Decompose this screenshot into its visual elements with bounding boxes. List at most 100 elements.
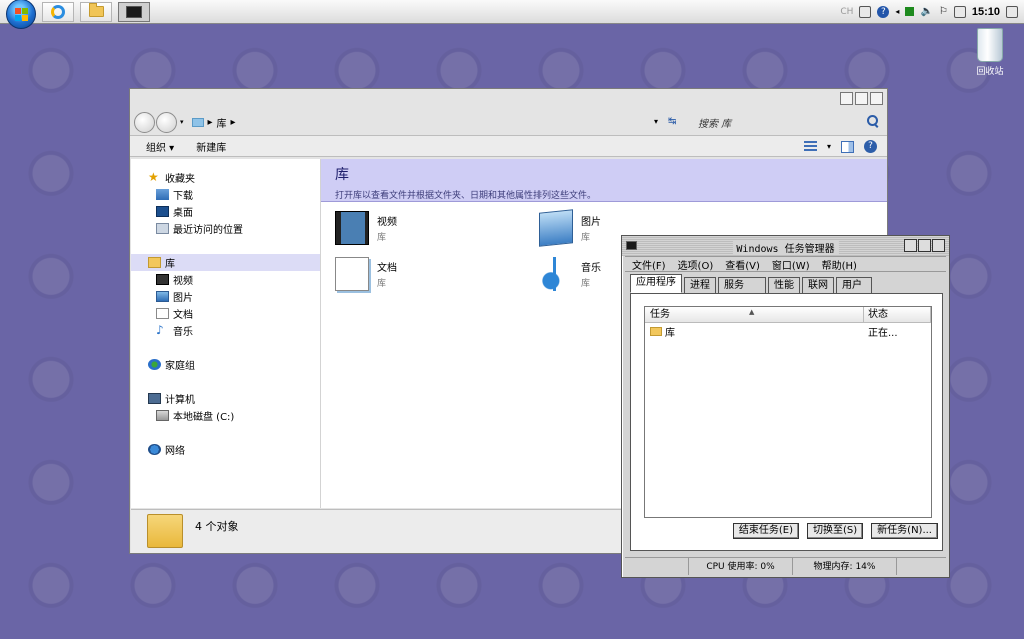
menu-view[interactable]: 查看(V) bbox=[725, 257, 760, 272]
column-task[interactable]: ▲ 任务 bbox=[645, 307, 864, 322]
navigation-pane: ★ 收藏夹 下载 桌面 最近访问的位置 库 视频 图片 文档 ♪ 音乐 家庭组 计算… bbox=[131, 159, 321, 508]
tab-services[interactable]: 服务 bbox=[718, 277, 766, 293]
view-dropdown-icon[interactable]: ▾ bbox=[827, 142, 831, 151]
taskbar-explorer-button[interactable] bbox=[80, 1, 112, 22]
task-manager-window: Windows 任务管理器 文件(F) 选项(O) 查看(V) 窗口(W) 帮助… bbox=[621, 235, 950, 578]
new-task-button[interactable]: 新任务(N)... bbox=[871, 523, 938, 539]
close-button[interactable] bbox=[932, 239, 945, 252]
status-cpu: CPU 使用率: 0% bbox=[689, 558, 793, 575]
nav-downloads[interactable]: 下载 bbox=[131, 186, 320, 203]
nav-desktop[interactable]: 桌面 bbox=[131, 203, 320, 220]
help-icon[interactable]: ? bbox=[877, 5, 890, 18]
menu-options[interactable]: 选项(O) bbox=[678, 257, 714, 272]
nav-favorites[interactable]: ★ 收藏夹 bbox=[131, 169, 320, 186]
close-button[interactable] bbox=[870, 92, 883, 105]
forward-button[interactable] bbox=[156, 111, 177, 133]
desktop-icon bbox=[156, 206, 169, 217]
star-icon: ★ bbox=[148, 170, 159, 184]
breadcrumb-sep-icon[interactable]: ▸ bbox=[231, 117, 236, 128]
search-input[interactable]: 搜索 库 bbox=[698, 115, 731, 130]
refresh-icon[interactable]: ↹ bbox=[668, 116, 676, 127]
clock[interactable]: 15:10 bbox=[972, 6, 1000, 18]
recycle-bin[interactable]: 回收站 bbox=[968, 28, 1012, 77]
table-row[interactable]: 库 正在... bbox=[645, 323, 931, 339]
minimize-button[interactable] bbox=[904, 239, 917, 252]
nav-computer[interactable]: 计算机 bbox=[131, 390, 320, 407]
library-item-pictures[interactable]: 图片库 bbox=[539, 209, 601, 247]
task-manager-titlebar[interactable]: Windows 任务管理器 bbox=[622, 236, 949, 256]
taskbar: CH ? ◂ 🔈 ⚐ 15:10 bbox=[0, 0, 1024, 29]
library-header: 库 打开库以查看文件并根据文件夹、日期和其他属性排列这些文件。 bbox=[321, 159, 887, 202]
switch-to-button[interactable]: 切换至(S) bbox=[807, 523, 864, 539]
library-title: 库 bbox=[335, 167, 349, 183]
item-name: 音乐 bbox=[581, 263, 601, 274]
ie-icon bbox=[51, 4, 65, 19]
tab-applications[interactable]: 应用程序 bbox=[630, 274, 682, 293]
library-item-videos[interactable]: 视频库 bbox=[335, 211, 397, 245]
task-status: 正在... bbox=[868, 327, 898, 339]
network-icon bbox=[148, 444, 161, 455]
library-item-music[interactable]: 音乐库 bbox=[539, 257, 601, 291]
breadcrumb[interactable]: ▸ 库 ▸ bbox=[191, 115, 236, 130]
help-icon[interactable]: ? bbox=[864, 140, 877, 153]
nav-recent[interactable]: 最近访问的位置 bbox=[131, 220, 320, 237]
nav-network[interactable]: 网络 bbox=[131, 441, 320, 458]
maximize-button[interactable] bbox=[855, 92, 868, 105]
view-options-icon[interactable] bbox=[803, 140, 817, 153]
tab-users[interactable]: 用户 bbox=[836, 277, 872, 293]
recent-pages-dropdown[interactable]: ▾ bbox=[180, 118, 184, 126]
start-button[interactable] bbox=[6, 0, 36, 29]
taskbar-ie-button[interactable] bbox=[42, 1, 74, 22]
keyboard-icon[interactable] bbox=[859, 5, 872, 18]
organize-button[interactable]: 组织 ▾ bbox=[146, 139, 174, 154]
tab-performance[interactable]: 性能 bbox=[768, 277, 800, 293]
tab-networking[interactable]: 联网 bbox=[802, 277, 834, 293]
preview-pane-icon[interactable] bbox=[841, 140, 854, 153]
status-icon[interactable] bbox=[905, 7, 915, 16]
menu-file[interactable]: 文件(F) bbox=[632, 257, 666, 272]
object-count: 4 个对象 bbox=[195, 520, 239, 533]
tab-processes[interactable]: 进程 bbox=[684, 277, 716, 293]
nav-label: 网络 bbox=[165, 446, 185, 457]
volume-icon[interactable]: 🔈 bbox=[920, 6, 932, 17]
network-tray-icon[interactable] bbox=[953, 5, 966, 18]
nav-documents[interactable]: 文档 bbox=[131, 305, 320, 322]
end-task-button[interactable]: 结束任务(E) bbox=[732, 523, 800, 539]
document-library-icon bbox=[335, 257, 369, 291]
back-button[interactable] bbox=[134, 111, 155, 133]
video-library-icon bbox=[335, 211, 369, 245]
nav-label: 本地磁盘 (C:) bbox=[173, 412, 235, 423]
menu-window[interactable]: 窗口(W) bbox=[772, 257, 810, 272]
taskbar-taskmgr-button[interactable] bbox=[118, 1, 150, 22]
minimize-button[interactable] bbox=[840, 92, 853, 105]
menu-help[interactable]: 帮助(H) bbox=[822, 257, 857, 272]
breadcrumb-libraries[interactable]: 库 bbox=[217, 115, 227, 130]
nav-label: 家庭组 bbox=[165, 361, 195, 372]
maximize-button[interactable] bbox=[918, 239, 931, 252]
new-library-button[interactable]: 新建库 bbox=[196, 139, 226, 154]
column-status[interactable]: 状态 bbox=[864, 307, 931, 322]
nav-pictures[interactable]: 图片 bbox=[131, 288, 320, 305]
nav-music[interactable]: ♪ 音乐 bbox=[131, 322, 320, 339]
nav-label: 收藏夹 bbox=[165, 174, 195, 185]
nav-local-disk[interactable]: 本地磁盘 (C:) bbox=[131, 407, 320, 424]
nav-homegroup[interactable]: 家庭组 bbox=[131, 356, 320, 373]
nav-libraries[interactable]: 库 bbox=[131, 254, 320, 271]
libraries-icon bbox=[191, 117, 204, 127]
library-item-documents[interactable]: 文档库 bbox=[335, 257, 397, 291]
recycle-bin-icon bbox=[977, 28, 1003, 62]
music-icon: ♪ bbox=[156, 323, 164, 337]
show-desktop-icon[interactable] bbox=[1006, 5, 1018, 18]
item-type: 库 bbox=[581, 279, 591, 289]
folder-icon bbox=[147, 514, 183, 548]
tray-expand-icon[interactable]: ◂ bbox=[895, 7, 899, 16]
flag-icon[interactable]: ⚐ bbox=[939, 6, 948, 17]
ime-indicator[interactable]: CH bbox=[840, 7, 853, 17]
explorer-titlebar[interactable] bbox=[130, 89, 887, 109]
address-dropdown-icon[interactable]: ▾ bbox=[654, 117, 658, 126]
resize-grip[interactable] bbox=[897, 558, 946, 575]
nav-label: 音乐 bbox=[173, 327, 193, 338]
applications-panel: ▲ 任务 状态 库 正在... 结束任务(E) 切换至(S) 新任务(N)... bbox=[630, 293, 943, 551]
search-icon[interactable] bbox=[867, 115, 879, 127]
nav-videos[interactable]: 视频 bbox=[131, 271, 320, 288]
